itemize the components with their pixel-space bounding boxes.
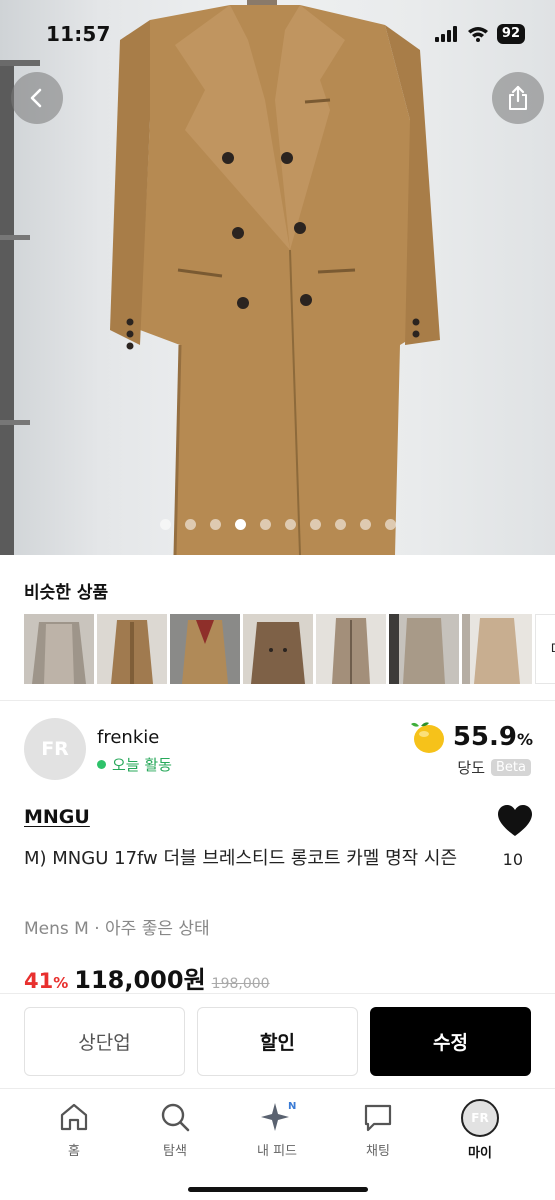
carousel-dot[interactable]: [184, 519, 196, 530]
online-dot-icon: [97, 760, 106, 769]
coat-photo: [0, 0, 440, 555]
product-detail-page: 11:57 92 비슷한 상품 FR frenkie 오늘 활동 55.9% 당…: [0, 0, 555, 1200]
sale-price: 118,000원: [74, 966, 206, 994]
carousel-dot[interactable]: [309, 519, 321, 530]
signal-icon: [434, 26, 457, 42]
similar-product-thumbnail[interactable]: [316, 614, 386, 684]
product-image-carousel[interactable]: 11:57 92: [0, 0, 555, 555]
home-icon: [60, 1103, 88, 1131]
action-bar: 상단업 할인 수정: [0, 993, 555, 1088]
my-avatar: FR: [461, 1099, 499, 1137]
heart-icon[interactable]: [497, 804, 533, 838]
sweetness-unit: %: [516, 730, 533, 749]
share-icon: [509, 85, 527, 110]
status-icons: 92: [434, 24, 525, 44]
sweetness-score[interactable]: 55.9%: [409, 718, 533, 756]
tab-label: 홈: [68, 1144, 80, 1159]
seller-name[interactable]: frenkie: [97, 727, 159, 748]
discount-button[interactable]: 할인: [197, 1007, 358, 1076]
chat-icon: [364, 1104, 392, 1132]
divider: [0, 700, 555, 701]
tab-search[interactable]: 탐색: [135, 1099, 215, 1159]
beta-badge: Beta: [491, 759, 531, 776]
tab-label: 내 피드: [256, 1144, 297, 1159]
bottom-tab-bar: 홈 탐색 N 내 피드 채팅 FR 마이: [0, 1088, 555, 1200]
sweetness-value: 55.9: [452, 722, 517, 752]
tab-chat[interactable]: 채팅: [338, 1099, 418, 1159]
tab-label: 마이: [468, 1146, 492, 1161]
brand-link[interactable]: MNGU: [24, 806, 90, 828]
carousel-indicator: [0, 519, 555, 530]
bump-button[interactable]: 상단업: [24, 1007, 185, 1076]
carousel-dot[interactable]: [284, 519, 296, 530]
original-price: 198,000: [211, 976, 270, 992]
seller-activity-status: 오늘 활동: [97, 754, 172, 775]
carousel-dot[interactable]: [234, 519, 246, 530]
carousel-dot[interactable]: [209, 519, 221, 530]
battery-indicator: 92: [496, 24, 525, 44]
sparkle-icon: N: [261, 1101, 296, 1131]
product-condition: Mens M · 아주 좋은 상태: [24, 919, 210, 939]
tab-feed[interactable]: N 내 피드: [237, 1099, 317, 1159]
more-similar-button[interactable]: 더보기: [535, 614, 555, 684]
tab-label: 탐색: [163, 1144, 187, 1159]
search-icon: [161, 1103, 190, 1132]
sweetness-label: 당도: [457, 759, 486, 777]
price-row: 41% 118,000원 198,000: [24, 960, 270, 995]
discount-value: 41: [24, 969, 54, 993]
lemon-icon: [410, 722, 444, 753]
similar-product-thumbnail[interactable]: [243, 614, 313, 684]
tab-home[interactable]: 홈: [34, 1099, 114, 1159]
carousel-dot[interactable]: [334, 519, 346, 530]
wifi-icon: [467, 27, 488, 42]
status-bar: 11:57 92: [0, 0, 555, 70]
like-count: 10: [502, 850, 523, 869]
clock: 11:57: [46, 22, 111, 46]
similar-product-thumbnail[interactable]: [24, 614, 94, 684]
carousel-dot[interactable]: [159, 519, 171, 530]
carousel-dot[interactable]: [259, 519, 271, 530]
similar-product-thumbnail[interactable]: [462, 614, 532, 684]
seller-avatar[interactable]: FR: [24, 718, 86, 780]
discount-rate: 41%: [24, 969, 68, 993]
similar-product-thumbnail[interactable]: [97, 614, 167, 684]
tab-my[interactable]: FR 마이: [440, 1099, 520, 1161]
share-button[interactable]: [492, 72, 544, 124]
sweetness-label-row: 당도 Beta: [457, 757, 531, 778]
seller-status-label: 오늘 활동: [112, 756, 172, 774]
tab-label: 채팅: [366, 1144, 390, 1159]
similar-products-title: 비슷한 상품: [24, 583, 109, 603]
chevron-left-icon: [30, 88, 42, 108]
similar-products-list: 더보기: [24, 614, 555, 684]
edit-button[interactable]: 수정: [370, 1007, 531, 1076]
back-button[interactable]: [11, 72, 63, 124]
similar-product-thumbnail[interactable]: [389, 614, 459, 684]
carousel-dot[interactable]: [384, 519, 396, 530]
discount-unit: %: [53, 974, 69, 992]
carousel-dot[interactable]: [359, 519, 371, 530]
home-indicator: [188, 1187, 368, 1192]
product-title: M) MNGU 17fw 더블 브레스티드 롱코트 카멜 명작 시즌: [24, 848, 458, 869]
new-badge: N: [288, 1101, 296, 1112]
similar-product-thumbnail[interactable]: [170, 614, 240, 684]
